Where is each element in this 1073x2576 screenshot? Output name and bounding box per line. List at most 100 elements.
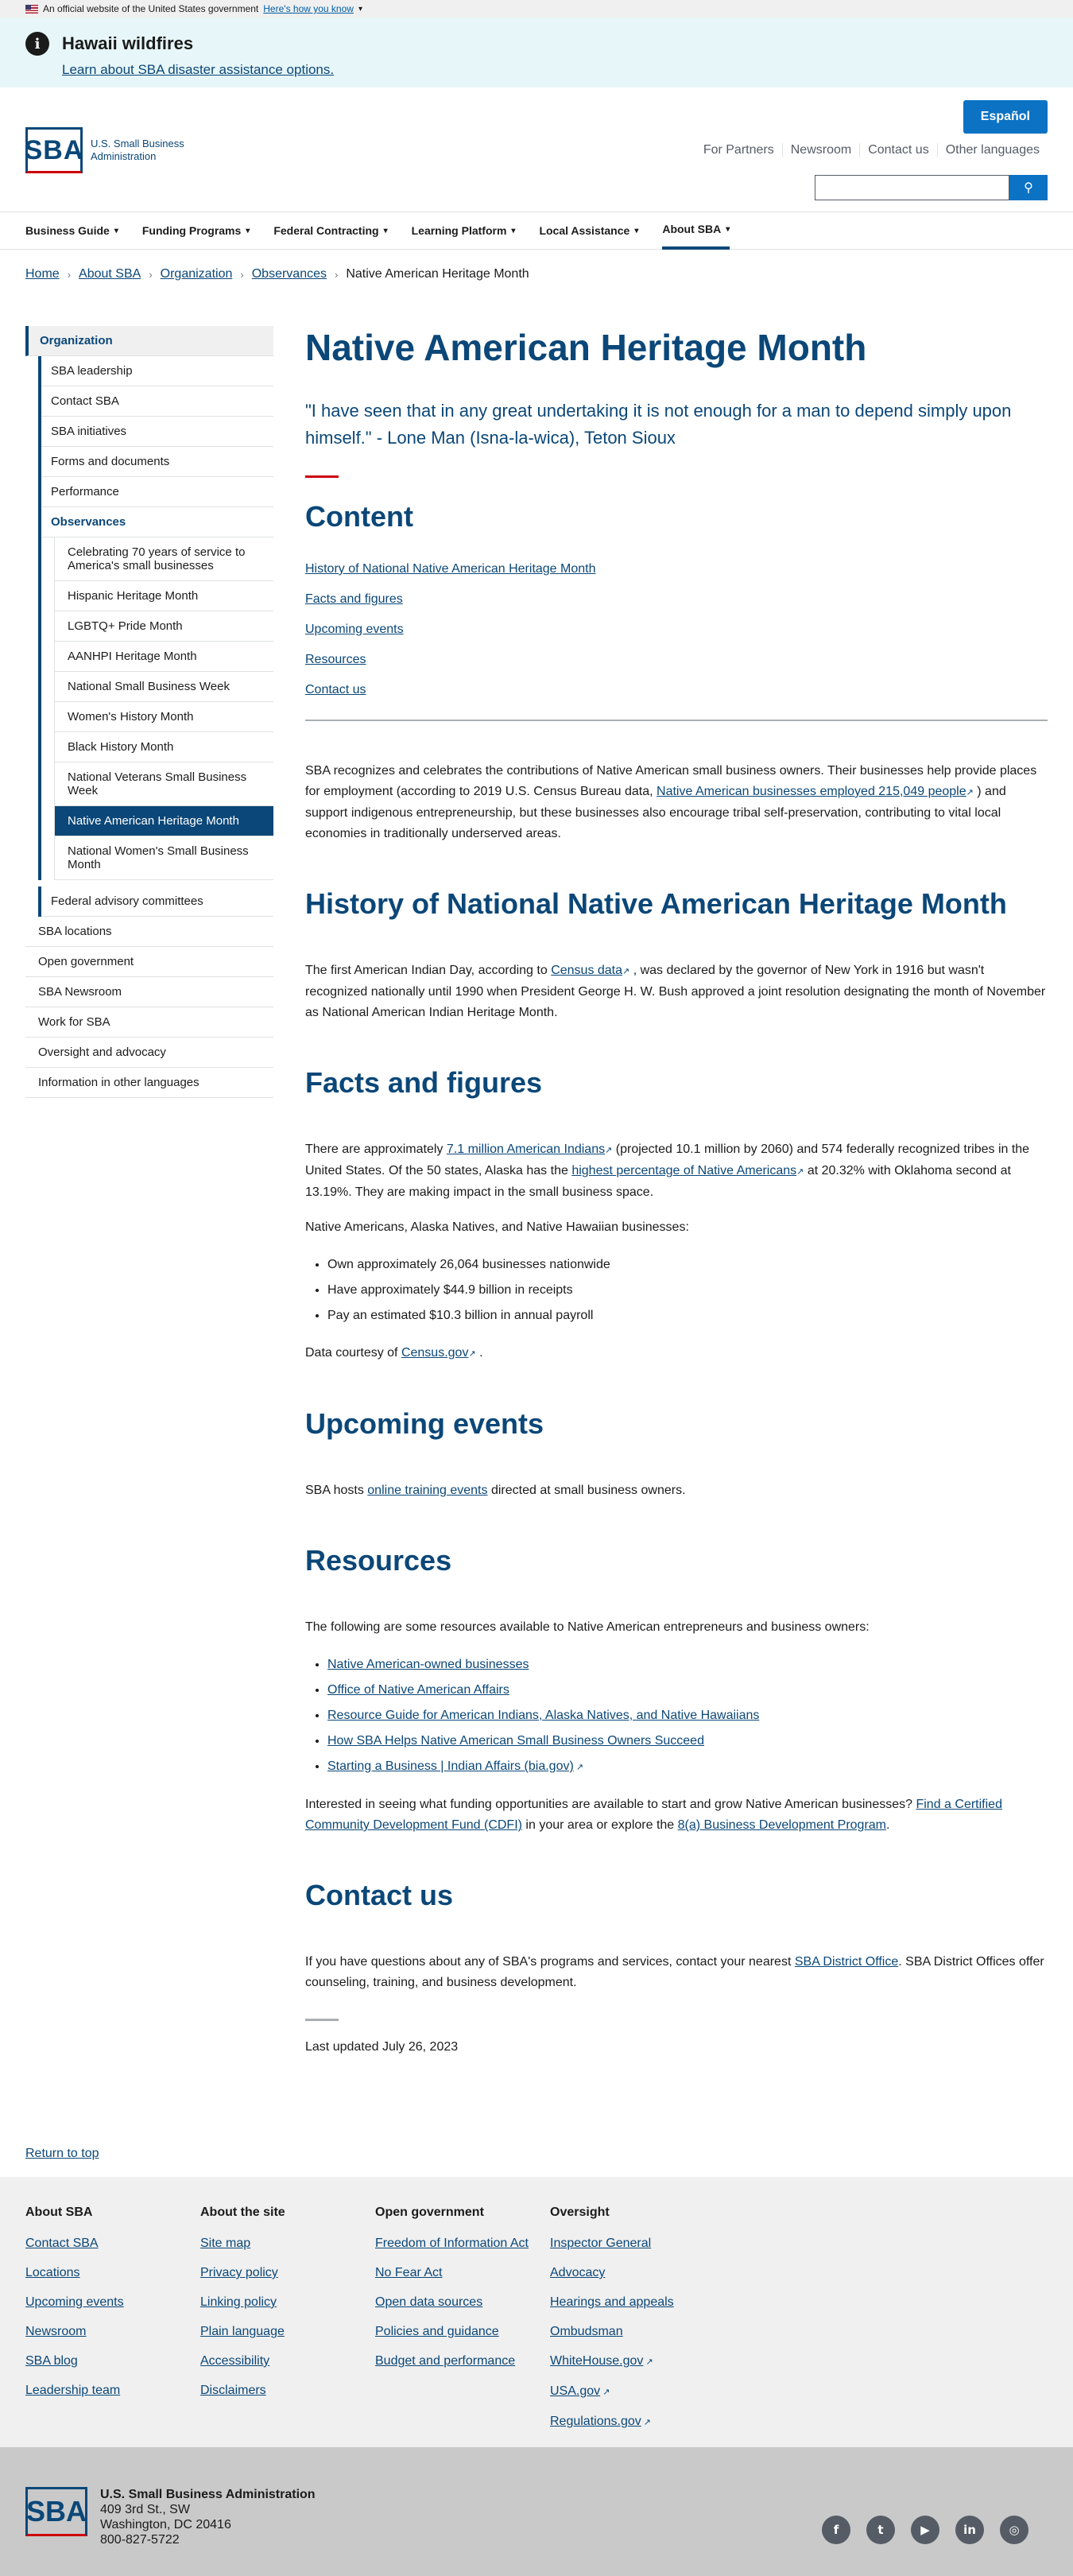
sba-logo[interactable]: SBA U.S. Small Business Administration (25, 127, 202, 173)
sidebar-heading-organization[interactable]: Organization (25, 326, 273, 356)
facebook-icon[interactable]: f (822, 2516, 850, 2544)
nav-learning-platform[interactable]: Learning Platform ▾ (412, 211, 516, 250)
sidebar-item-observances[interactable]: Observances (41, 507, 273, 537)
sidebar-item-70-years[interactable]: Celebrating 70 years of service to Ameri… (54, 537, 273, 581)
footer-link[interactable]: Inspector General (550, 2237, 651, 2250)
sidebar-item-sba-locations[interactable]: SBA locations (25, 917, 273, 947)
nav-about-sba[interactable]: About SBA ▾ (662, 211, 730, 250)
events-text: SBA hosts (305, 1484, 364, 1497)
sidebar-item-open-government[interactable]: Open government (25, 947, 273, 977)
how-sba-helps-link[interactable]: How SBA Helps Native American Small Busi… (327, 1734, 704, 1748)
footer-link[interactable]: Hearings and appeals (550, 2295, 674, 2309)
footer-link[interactable]: Accessibility (200, 2354, 269, 2368)
footer-link[interactable]: No Fear Act (375, 2266, 442, 2279)
facts-list-intro: Native Americans, Alaska Natives, and Na… (305, 1220, 689, 1234)
sidebar-item-black-history[interactable]: Black History Month (54, 732, 273, 762)
breadcrumb-observances[interactable]: Observances (252, 267, 327, 281)
sidebar-item-sba-initiatives[interactable]: SBA initiatives (41, 417, 273, 447)
sidebar-item-aanhpi[interactable]: AANHPI Heritage Month (54, 642, 273, 672)
sidebar-item-forms-documents[interactable]: Forms and documents (41, 447, 273, 477)
espanol-button[interactable]: Español (963, 100, 1048, 134)
footer-link[interactable]: Disclaimers (200, 2384, 266, 2397)
footer-link[interactable]: Ombudsman (550, 2325, 623, 2338)
newsroom-link[interactable]: Newsroom (781, 143, 859, 157)
sidebar-item-other-languages[interactable]: Information in other languages (25, 1068, 273, 1098)
breadcrumb-organization[interactable]: Organization (161, 267, 233, 281)
sidebar-item-womens-small-business[interactable]: National Women's Small Business Month (54, 836, 273, 880)
toc-resources-link[interactable]: Resources (305, 653, 366, 666)
intro-paragraph: SBA recognizes and celebrates the contri… (305, 761, 1048, 844)
highest-percentage-link[interactable]: highest percentage of Native Americans (571, 1164, 796, 1177)
bia-gov-link[interactable]: Starting a Business | Indian Affairs (bi… (327, 1759, 574, 1773)
sidebar-item-work-for-sba[interactable]: Work for SBA (25, 1007, 273, 1038)
district-office-link[interactable]: SBA District Office (795, 1955, 898, 1969)
nav-local-assistance[interactable]: Local Assistance ▾ (539, 211, 638, 250)
sidebar-item-federal-advisory[interactable]: Federal advisory committees (41, 886, 273, 917)
sidebar-item-hispanic-heritage[interactable]: Hispanic Heritage Month (54, 581, 273, 611)
toc-facts-link[interactable]: Facts and figures (305, 592, 403, 606)
facts-list: Own approximately 26,064 businesses nati… (305, 1252, 1048, 1329)
native-american-affairs-link[interactable]: Office of Native American Affairs (327, 1683, 509, 1697)
toc-history-link[interactable]: History of National Native American Heri… (305, 562, 596, 576)
heres-how-you-know-link[interactable]: Here's how you know (263, 3, 354, 14)
external-link-icon: ↗ (600, 2388, 610, 2397)
page-title: Native American Heritage Month (305, 327, 867, 368)
facts-text: There are approximately (305, 1143, 444, 1156)
resource-guide-link[interactable]: Resource Guide for American Indians, Ala… (327, 1709, 759, 1722)
contact-us-link[interactable]: Contact us (859, 143, 936, 157)
nav-business-guide[interactable]: Business Guide ▾ (25, 211, 118, 250)
online-training-link[interactable]: online training events (367, 1484, 487, 1497)
instagram-icon[interactable]: ◎ (1000, 2516, 1028, 2544)
sidebar-item-small-business-week[interactable]: National Small Business Week (54, 672, 273, 702)
sidebar-item-veterans-week[interactable]: National Veterans Small Business Week (54, 762, 273, 806)
census-gov-link[interactable]: Census.gov (401, 1346, 469, 1360)
sidebar-item-sba-newsroom[interactable]: SBA Newsroom (25, 977, 273, 1007)
census-data-link[interactable]: Census data (551, 964, 622, 977)
footer-link[interactable]: Locations (25, 2266, 80, 2279)
search-input[interactable] (815, 175, 1009, 200)
8a-program-link[interactable]: 8(a) Business Development Program (678, 1818, 886, 1832)
footer-link[interactable]: Upcoming events (25, 2295, 124, 2309)
external-link-icon: ↗ (573, 1763, 584, 1772)
sidebar-item-sba-leadership[interactable]: SBA leadership (41, 356, 273, 386)
footer-link[interactable]: USA.gov (550, 2384, 600, 2398)
footer-link[interactable]: SBA blog (25, 2354, 78, 2368)
footer-link[interactable]: Regulations.gov (550, 2415, 641, 2428)
footer-link[interactable]: Freedom of Information Act (375, 2237, 529, 2250)
footer-link[interactable]: Contact SBA (25, 2237, 99, 2250)
nav-funding-programs[interactable]: Funding Programs ▾ (142, 211, 250, 250)
footer-link[interactable]: Linking policy (200, 2295, 277, 2309)
footer-link[interactable]: Newsroom (25, 2325, 86, 2338)
sidebar-item-performance[interactable]: Performance (41, 477, 273, 507)
footer-link[interactable]: Advocacy (550, 2266, 605, 2279)
breadcrumb-home[interactable]: Home (25, 267, 60, 281)
sidebar-item-pride-month[interactable]: LGBTQ+ Pride Month (54, 611, 273, 642)
sidebar-item-contact-sba[interactable]: Contact SBA (41, 386, 273, 417)
nav-federal-contracting[interactable]: Federal Contracting ▾ (273, 211, 387, 250)
footer-link[interactable]: Privacy policy (200, 2266, 278, 2279)
sidebar-item-native-american-heritage[interactable]: Native American Heritage Month (54, 806, 273, 836)
twitter-icon[interactable]: t (866, 2516, 895, 2544)
footer-link[interactable]: Policies and guidance (375, 2325, 499, 2338)
employment-link[interactable]: Native American businesses employed 215,… (657, 785, 966, 798)
sidebar-item-womens-history[interactable]: Women's History Month (54, 702, 273, 732)
footer-link[interactable]: Plain language (200, 2325, 285, 2338)
toc-contact-link[interactable]: Contact us (305, 683, 366, 696)
footer-link[interactable]: Open data sources (375, 2295, 482, 2309)
footer-link[interactable]: Budget and performance (375, 2354, 515, 2368)
toc-events-link[interactable]: Upcoming events (305, 623, 404, 636)
american-indians-link[interactable]: 7.1 million American Indians (447, 1143, 605, 1156)
footer-link[interactable]: WhiteHouse.gov (550, 2354, 643, 2368)
sidebar-item-oversight[interactable]: Oversight and advocacy (25, 1038, 273, 1068)
for-partners-link[interactable]: For Partners (695, 143, 782, 157)
linkedin-icon[interactable]: in (955, 2516, 984, 2544)
other-languages-link[interactable]: Other languages (936, 143, 1048, 157)
footer-link[interactable]: Leadership team (25, 2384, 120, 2397)
native-owned-businesses-link[interactable]: Native American-owned businesses (327, 1658, 529, 1671)
search-button[interactable]: ⚲ (1009, 175, 1048, 200)
disaster-assistance-link[interactable]: Learn about SBA disaster assistance opti… (62, 62, 334, 78)
youtube-icon[interactable]: ▶ (911, 2516, 939, 2544)
return-to-top-link[interactable]: Return to top (25, 2147, 99, 2161)
breadcrumb-about-sba[interactable]: About SBA (79, 267, 141, 281)
footer-link[interactable]: Site map (200, 2237, 250, 2250)
